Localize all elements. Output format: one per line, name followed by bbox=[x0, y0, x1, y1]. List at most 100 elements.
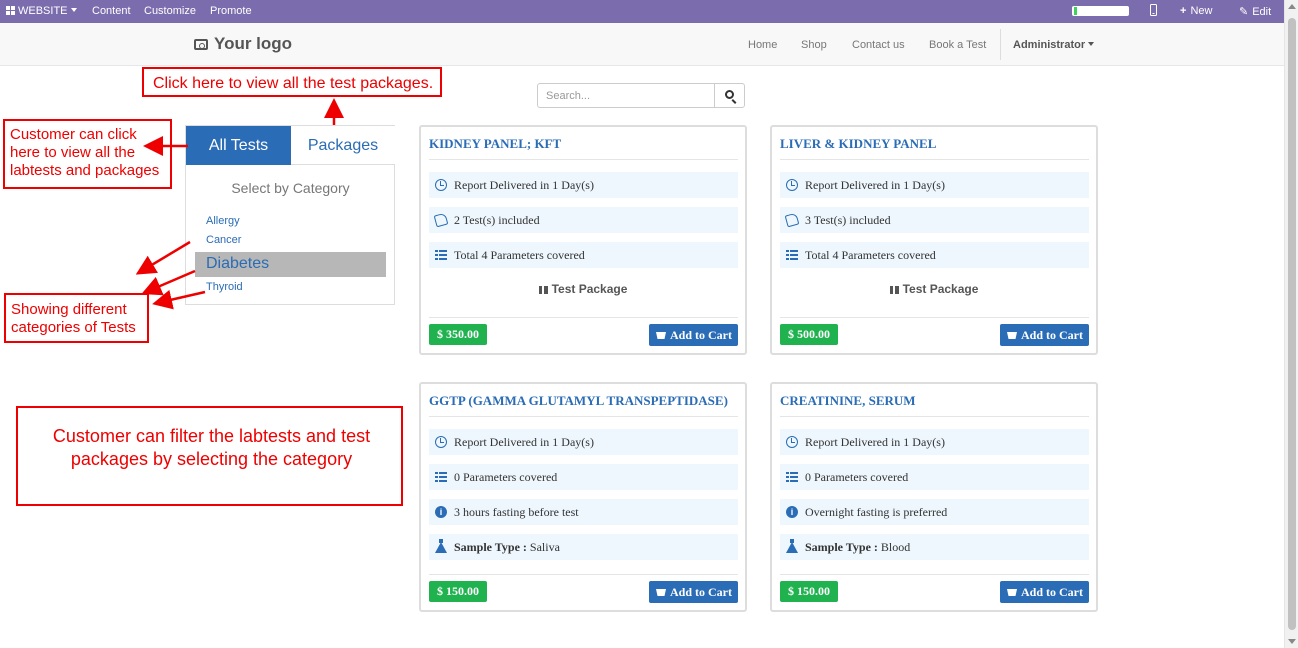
category-cancer[interactable]: Cancer bbox=[206, 234, 241, 246]
price-badge: $ 350.00 bbox=[429, 324, 487, 345]
product-title[interactable]: KIDNEY PANEL; KFT bbox=[429, 136, 561, 152]
product-info-row: Sample Type : Blood bbox=[780, 534, 1089, 560]
price-badge: $ 150.00 bbox=[780, 581, 838, 602]
clock-icon bbox=[435, 179, 447, 191]
website-menu[interactable]: WEBSITE bbox=[6, 5, 77, 17]
cart-icon bbox=[656, 589, 666, 596]
product-info-row: Report Delivered in 1 Day(s) bbox=[429, 429, 738, 455]
product-info-row: Report Delivered in 1 Day(s) bbox=[780, 429, 1089, 455]
divider bbox=[780, 317, 1089, 318]
annotation-all-tests: Customer can click here to view all the … bbox=[3, 119, 172, 189]
divider bbox=[429, 416, 738, 417]
gift-icon bbox=[889, 286, 899, 294]
product-info-row: Sample Type : Saliva bbox=[429, 534, 738, 560]
user-menu[interactable]: Administrator bbox=[1013, 39, 1095, 51]
add-to-cart-button[interactable]: Add to Cart bbox=[649, 581, 738, 603]
scrollbar-thumb[interactable] bbox=[1288, 18, 1296, 630]
category-diabetes[interactable]: Diabetes bbox=[195, 252, 386, 277]
list-icon bbox=[435, 249, 447, 261]
product-info-row: Total 4 Parameters covered bbox=[429, 242, 738, 268]
pencil-icon: ✎ bbox=[1239, 6, 1249, 18]
annotation-packages: Click here to view all the test packages… bbox=[142, 67, 442, 97]
add-to-cart-button[interactable]: Add to Cart bbox=[1000, 581, 1089, 603]
product-info-row: i Overnight fasting is preferred bbox=[780, 499, 1089, 525]
divider bbox=[780, 574, 1089, 575]
product-info-row: Report Delivered in 1 Day(s) bbox=[429, 172, 738, 198]
nav-divider bbox=[1000, 29, 1001, 60]
caret-down-icon bbox=[70, 8, 77, 12]
info-icon: i bbox=[786, 506, 798, 518]
add-to-cart-button[interactable]: Add to Cart bbox=[649, 324, 738, 346]
product-card-kidney-panel: KIDNEY PANEL; KFT Report Delivered in 1 … bbox=[419, 125, 747, 355]
page-scrollbar[interactable] bbox=[1284, 0, 1298, 648]
divider bbox=[429, 317, 738, 318]
price-badge: $ 500.00 bbox=[780, 324, 838, 345]
content-menu[interactable]: Content bbox=[92, 5, 131, 17]
clock-icon bbox=[435, 436, 447, 448]
annotation-categories: Showing different categories of Tests bbox=[4, 293, 149, 343]
flask-icon bbox=[786, 539, 798, 553]
cart-icon bbox=[1007, 332, 1017, 339]
list-icon bbox=[786, 471, 798, 483]
nav-book-a-test[interactable]: Book a Test bbox=[929, 39, 986, 51]
cart-icon bbox=[1007, 589, 1017, 596]
nav-home[interactable]: Home bbox=[748, 39, 777, 51]
customize-menu[interactable]: Customize bbox=[144, 5, 196, 17]
scroll-up-icon[interactable] bbox=[1288, 4, 1296, 9]
scroll-down-icon[interactable] bbox=[1288, 639, 1296, 644]
product-info-row: 0 Parameters covered bbox=[780, 464, 1089, 490]
camera-icon bbox=[194, 39, 208, 50]
divider bbox=[780, 416, 1089, 417]
nav-shop[interactable]: Shop bbox=[801, 39, 827, 51]
product-card-ggtp: GGTP (GAMMA GLUTAMYL TRANSPEPTIDASE) Rep… bbox=[419, 382, 747, 612]
clock-icon bbox=[786, 179, 798, 191]
category-title: Select by Category bbox=[231, 180, 350, 196]
thumbs-up-icon bbox=[784, 212, 800, 228]
search-input[interactable] bbox=[537, 83, 715, 108]
edit-mode-toggle[interactable] bbox=[1072, 6, 1129, 16]
divider bbox=[780, 159, 1089, 160]
product-info-row: Report Delivered in 1 Day(s) bbox=[780, 172, 1089, 198]
divider bbox=[429, 574, 738, 575]
header-navbar: Your logo Home Shop Contact us Book a Te… bbox=[0, 23, 1284, 66]
product-info-row: 0 Parameters covered bbox=[429, 464, 738, 490]
search-button[interactable] bbox=[714, 83, 745, 108]
caret-down-icon bbox=[1088, 42, 1095, 46]
tab-packages[interactable]: Packages bbox=[291, 126, 395, 165]
product-info-row: 2 Test(s) included bbox=[429, 207, 738, 233]
category-allergy[interactable]: Allergy bbox=[206, 215, 240, 227]
gift-icon bbox=[538, 286, 548, 294]
product-title[interactable]: LIVER & KIDNEY PANEL bbox=[780, 136, 936, 152]
annotation-filter: Customer can filter the labtests and tes… bbox=[16, 406, 403, 506]
search-icon bbox=[725, 90, 734, 99]
list-icon bbox=[786, 249, 798, 261]
promote-menu[interactable]: Promote bbox=[210, 5, 252, 17]
price-badge: $ 150.00 bbox=[429, 581, 487, 602]
product-info-row: i3 hours fasting before test bbox=[429, 499, 738, 525]
clock-icon bbox=[786, 436, 798, 448]
category-panel: All Tests Packages Select by Category Al… bbox=[185, 125, 395, 305]
site-logo[interactable]: Your logo bbox=[194, 34, 292, 54]
nav-contact-us[interactable]: Contact us bbox=[852, 39, 905, 51]
test-package-badge: Test Package bbox=[772, 282, 1096, 296]
new-button[interactable]: + New bbox=[1180, 5, 1212, 17]
add-to-cart-button[interactable]: Add to Cart bbox=[1000, 324, 1089, 346]
flask-icon bbox=[435, 539, 447, 553]
arrow-categories-1 bbox=[135, 240, 191, 275]
info-icon: i bbox=[435, 506, 447, 518]
list-icon bbox=[435, 471, 447, 483]
product-title[interactable]: CREATININE, SERUM bbox=[780, 393, 916, 409]
product-card-creatinine-serum: CREATININE, SERUM Report Delivered in 1 … bbox=[770, 382, 1098, 612]
test-package-badge: Test Package bbox=[421, 282, 745, 296]
edit-button[interactable]: ✎ Edit bbox=[1239, 5, 1271, 18]
plus-icon: + bbox=[1180, 5, 1187, 17]
product-card-liver-kidney-panel: LIVER & KIDNEY PANEL Report Delivered in… bbox=[770, 125, 1098, 355]
mobile-preview-icon[interactable] bbox=[1150, 4, 1157, 19]
divider bbox=[429, 159, 738, 160]
category-thyroid[interactable]: Thyroid bbox=[206, 281, 243, 293]
admin-bar: WEBSITE Content Customize Promote + New ✎… bbox=[0, 0, 1284, 23]
tab-all-tests[interactable]: All Tests bbox=[186, 126, 291, 165]
cart-icon bbox=[656, 332, 666, 339]
product-title[interactable]: GGTP (GAMMA GLUTAMYL TRANSPEPTIDASE) bbox=[429, 393, 728, 409]
thumbs-up-icon bbox=[433, 212, 449, 228]
